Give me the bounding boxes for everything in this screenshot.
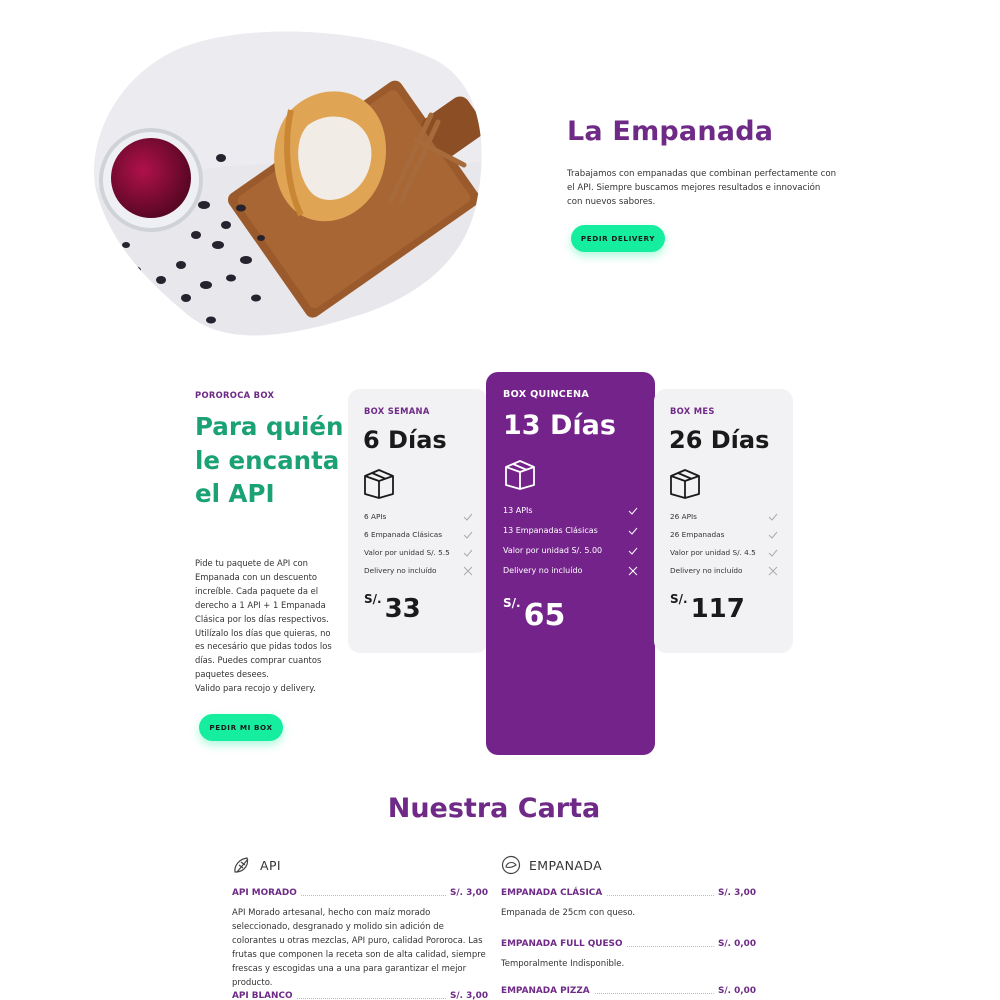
menu-item-name: API BLANCO [232, 991, 297, 1000]
plan-feature: Valor por unidad S/. 4.5 [670, 548, 779, 560]
close-icon [628, 566, 638, 576]
feature-text: 6 APIs [364, 512, 387, 521]
corn-icon [234, 857, 249, 873]
box-icon [670, 469, 700, 499]
plan-price: S/. 33 [364, 592, 421, 624]
pedir-delivery-button[interactable]: PEDIR DELIVERY [571, 225, 665, 252]
plan-feature: Valor por unidad S/. 5.5 [364, 548, 474, 560]
plan-feature: 13 APIs [503, 506, 639, 518]
plan-feature: 13 Empanadas Clásicas [503, 526, 639, 538]
menu-item[interactable]: API MORADO S/. 3,00 API Morado artesanal,… [232, 888, 488, 990]
pedir-mi-box-button[interactable]: PEDIR MI BOX [199, 714, 283, 741]
box-icon [364, 469, 394, 499]
menu-item-name: EMPANADA CLÁSICA [501, 888, 607, 898]
plan-days: 13 Días [503, 410, 616, 441]
plan-feature: 6 APIs [364, 512, 474, 524]
plan-feature: Delivery no incluído [364, 566, 474, 578]
check-icon [628, 527, 638, 535]
plan-label: BOX SEMANA [364, 406, 430, 416]
menu-item-description: Empanada de 25cm con queso. [501, 908, 636, 918]
feature-text: Delivery no incluído [670, 566, 743, 575]
check-icon [768, 549, 778, 557]
plan-card-mes[interactable]: BOX MES 26 Días 26 APIs 26 Empanadas Val… [654, 389, 793, 653]
close-icon [768, 566, 778, 576]
box-description: Pide tu paquete de API con Empanada con … [195, 557, 340, 696]
check-icon [768, 531, 778, 539]
plan-feature: Valor por unidad S/. 5.00 [503, 546, 639, 558]
check-icon [768, 513, 778, 521]
hero-description: Trabajamos con empanadas que combinan pe… [567, 169, 837, 207]
plan-feature: Delivery no incluído [670, 566, 779, 578]
plan-days: 6 Días [363, 426, 447, 454]
menu-item[interactable]: EMPANADA FULL QUESO S/. 0,00 Temporalment… [501, 939, 756, 971]
plan-feature: 6 Empanada Clásicas [364, 530, 474, 542]
plan-price-value: 33 [384, 594, 421, 624]
menu-item[interactable]: EMPANADA CLÁSICA S/. 3,00 Empanada de 25c… [501, 888, 756, 920]
menu-item-price: S/. 0,00 [714, 986, 756, 996]
plan-label: BOX QUINCENA [503, 389, 590, 400]
feature-text: Valor por unidad S/. 4.5 [670, 548, 756, 557]
feature-text: Delivery no incluído [503, 566, 583, 575]
box-description-text: Pide tu paquete de API con Empanada con … [195, 558, 332, 680]
plan-currency: S/. [364, 592, 382, 606]
plate-icon [501, 855, 521, 875]
feature-text: Delivery no incluído [364, 566, 437, 575]
menu-column-title: EMPANADA [529, 858, 603, 873]
check-icon [463, 513, 473, 521]
check-icon [463, 531, 473, 539]
plan-card-quincena[interactable]: BOX QUINCENA 13 Días 13 APIs 13 Empanada… [486, 372, 655, 755]
menu-item-price: S/. 3,00 [714, 888, 756, 898]
menu-column-title: API [260, 858, 281, 873]
feature-text: 26 APIs [670, 512, 697, 521]
hero-text: La Empanada Trabajamos con empanadas que… [567, 116, 837, 209]
feature-text: 13 Empanadas Clásicas [503, 526, 598, 535]
plan-price-value: 65 [523, 598, 566, 633]
menu-item-price: S/. 0,00 [714, 939, 756, 949]
menu-item-name: EMPANADA FULL QUESO [501, 939, 627, 949]
check-icon [628, 547, 638, 555]
plan-currency: S/. [670, 592, 688, 606]
plan-feature: 26 Empanadas [670, 530, 779, 542]
plan-feature: Delivery no incluído [503, 566, 639, 578]
menu-item-name: EMPANADA PIZZA [501, 986, 594, 996]
menu-item-price: S/. 3,00 [446, 991, 488, 1000]
plan-currency: S/. [503, 596, 521, 610]
feature-text: Valor por unidad S/. 5.5 [364, 548, 450, 557]
menu-item-description: API Morado artesanal, hecho con maíz mor… [232, 908, 486, 988]
plan-price-value: 117 [690, 594, 745, 624]
feature-text: 6 Empanada Clásicas [364, 530, 443, 539]
menu-item-description: Temporalmente Indisponible. [501, 959, 625, 969]
plan-price: S/. 65 [503, 596, 566, 633]
feature-text: Valor por unidad S/. 5.00 [503, 546, 603, 555]
close-icon [463, 566, 473, 576]
box-eyebrow: POROROCA BOX [195, 390, 275, 400]
menu-item-name: API MORADO [232, 888, 301, 898]
plan-card-semana[interactable]: BOX SEMANA 6 Días 6 APIs 6 Empanada Clás… [348, 389, 488, 653]
plan-feature: 26 APIs [670, 512, 779, 524]
plan-label: BOX MES [670, 406, 715, 416]
box-heading: Para quién le encanta el API [195, 412, 344, 508]
menu-item[interactable]: EMPANADA PIZZA S/. 0,00 [501, 986, 756, 998]
carta-title: Nuestra Carta [387, 793, 601, 824]
hero-food-photo [94, 31, 482, 336]
feature-text: 26 Empanadas [670, 530, 725, 539]
plan-days: 26 Días [669, 426, 770, 454]
menu-item-price: S/. 3,00 [446, 888, 488, 898]
menu-item[interactable]: API BLANCO S/. 3,00 [232, 991, 488, 1000]
feature-text: 13 APIs [503, 506, 533, 515]
plan-price: S/. 117 [670, 592, 745, 624]
check-icon [628, 507, 638, 515]
hero-title: La Empanada [567, 116, 774, 147]
check-icon [463, 549, 473, 557]
box-description-note: Valido para recojo y delivery. [195, 683, 316, 694]
box-icon [505, 460, 535, 490]
